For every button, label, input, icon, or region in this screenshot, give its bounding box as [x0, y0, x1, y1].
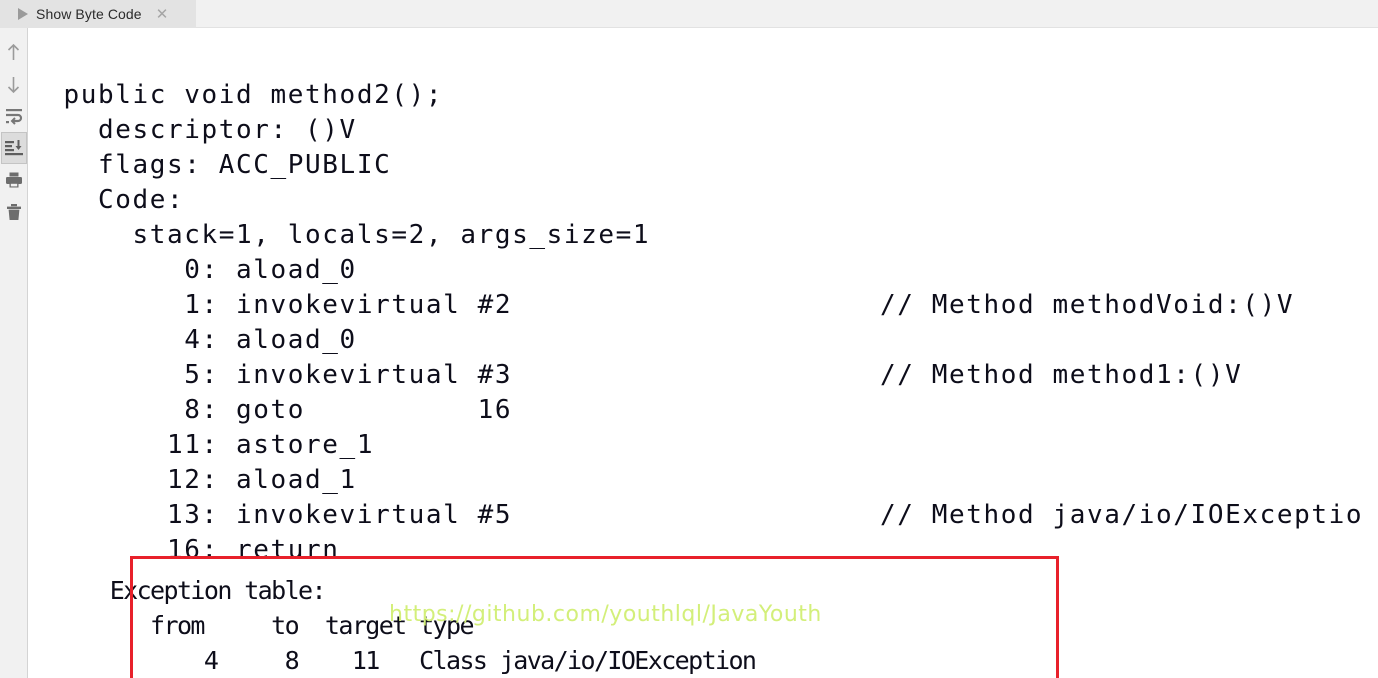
code-line-exception-table-row: 4 8 11 Class java/io/IOException	[29, 646, 757, 675]
code-line-exception-table-header: from to target type	[29, 611, 474, 640]
delete-button[interactable]	[1, 196, 27, 228]
code-comment: // Method methodVoid:()V	[880, 290, 1295, 320]
code-comment: // Method java/io/IOExceptio	[880, 500, 1364, 530]
code-lines-layer: public void method2(); descriptor: ()V f…	[29, 28, 1378, 678]
tab-label: Show Byte Code	[36, 6, 142, 22]
trash-icon	[5, 203, 23, 221]
code-line: 12: aload_1	[29, 465, 357, 495]
arrow-up-icon	[5, 43, 22, 62]
show-byte-code-window: Show Byte Code ✕ public void method2(); …	[0, 0, 1378, 678]
left-toolbar	[0, 28, 28, 678]
code-line-exception-table-title: Exception table:	[29, 576, 327, 605]
scroll-down-button[interactable]	[1, 68, 27, 100]
code-line: 16: return	[29, 535, 340, 565]
code-line: 11: astore_1	[29, 430, 375, 460]
tab-bar-empty-area	[196, 0, 1378, 27]
code-line: flags: ACC_PUBLIC	[29, 150, 392, 180]
soft-wrap-icon	[5, 107, 23, 125]
code-line: 1: invokevirtual #2	[29, 290, 513, 320]
bytecode-output-panel[interactable]: , ) ) ) , , , public void method2(); des…	[29, 28, 1378, 678]
code-line: stack=1, locals=2, args_size=1	[29, 220, 651, 250]
code-line: 5: invokevirtual #3	[29, 360, 513, 390]
scroll-up-button[interactable]	[1, 36, 27, 68]
code-line: 0: aload_0	[29, 255, 357, 285]
code-line: 13: invokevirtual #5	[29, 500, 513, 530]
scroll-to-end-button[interactable]	[0, 132, 27, 164]
tab-bar: Show Byte Code ✕	[0, 0, 1378, 28]
code-line: 4: aload_0	[29, 325, 357, 355]
close-icon[interactable]: ✕	[156, 7, 169, 22]
code-line: public void method2();	[29, 80, 444, 110]
code-line: descriptor: ()V	[29, 115, 357, 145]
code-line: 8: goto 16	[29, 395, 513, 425]
scroll-to-end-icon	[4, 139, 23, 157]
soft-wrap-button[interactable]	[1, 100, 27, 132]
arrow-down-icon	[5, 75, 22, 94]
play-icon	[18, 8, 28, 20]
code-comment: // Method method1:()V	[880, 360, 1243, 390]
tab-show-byte-code[interactable]: Show Byte Code ✕	[0, 0, 196, 28]
print-button[interactable]	[1, 164, 27, 196]
code-line: Code:	[29, 185, 185, 215]
print-icon	[5, 171, 23, 189]
